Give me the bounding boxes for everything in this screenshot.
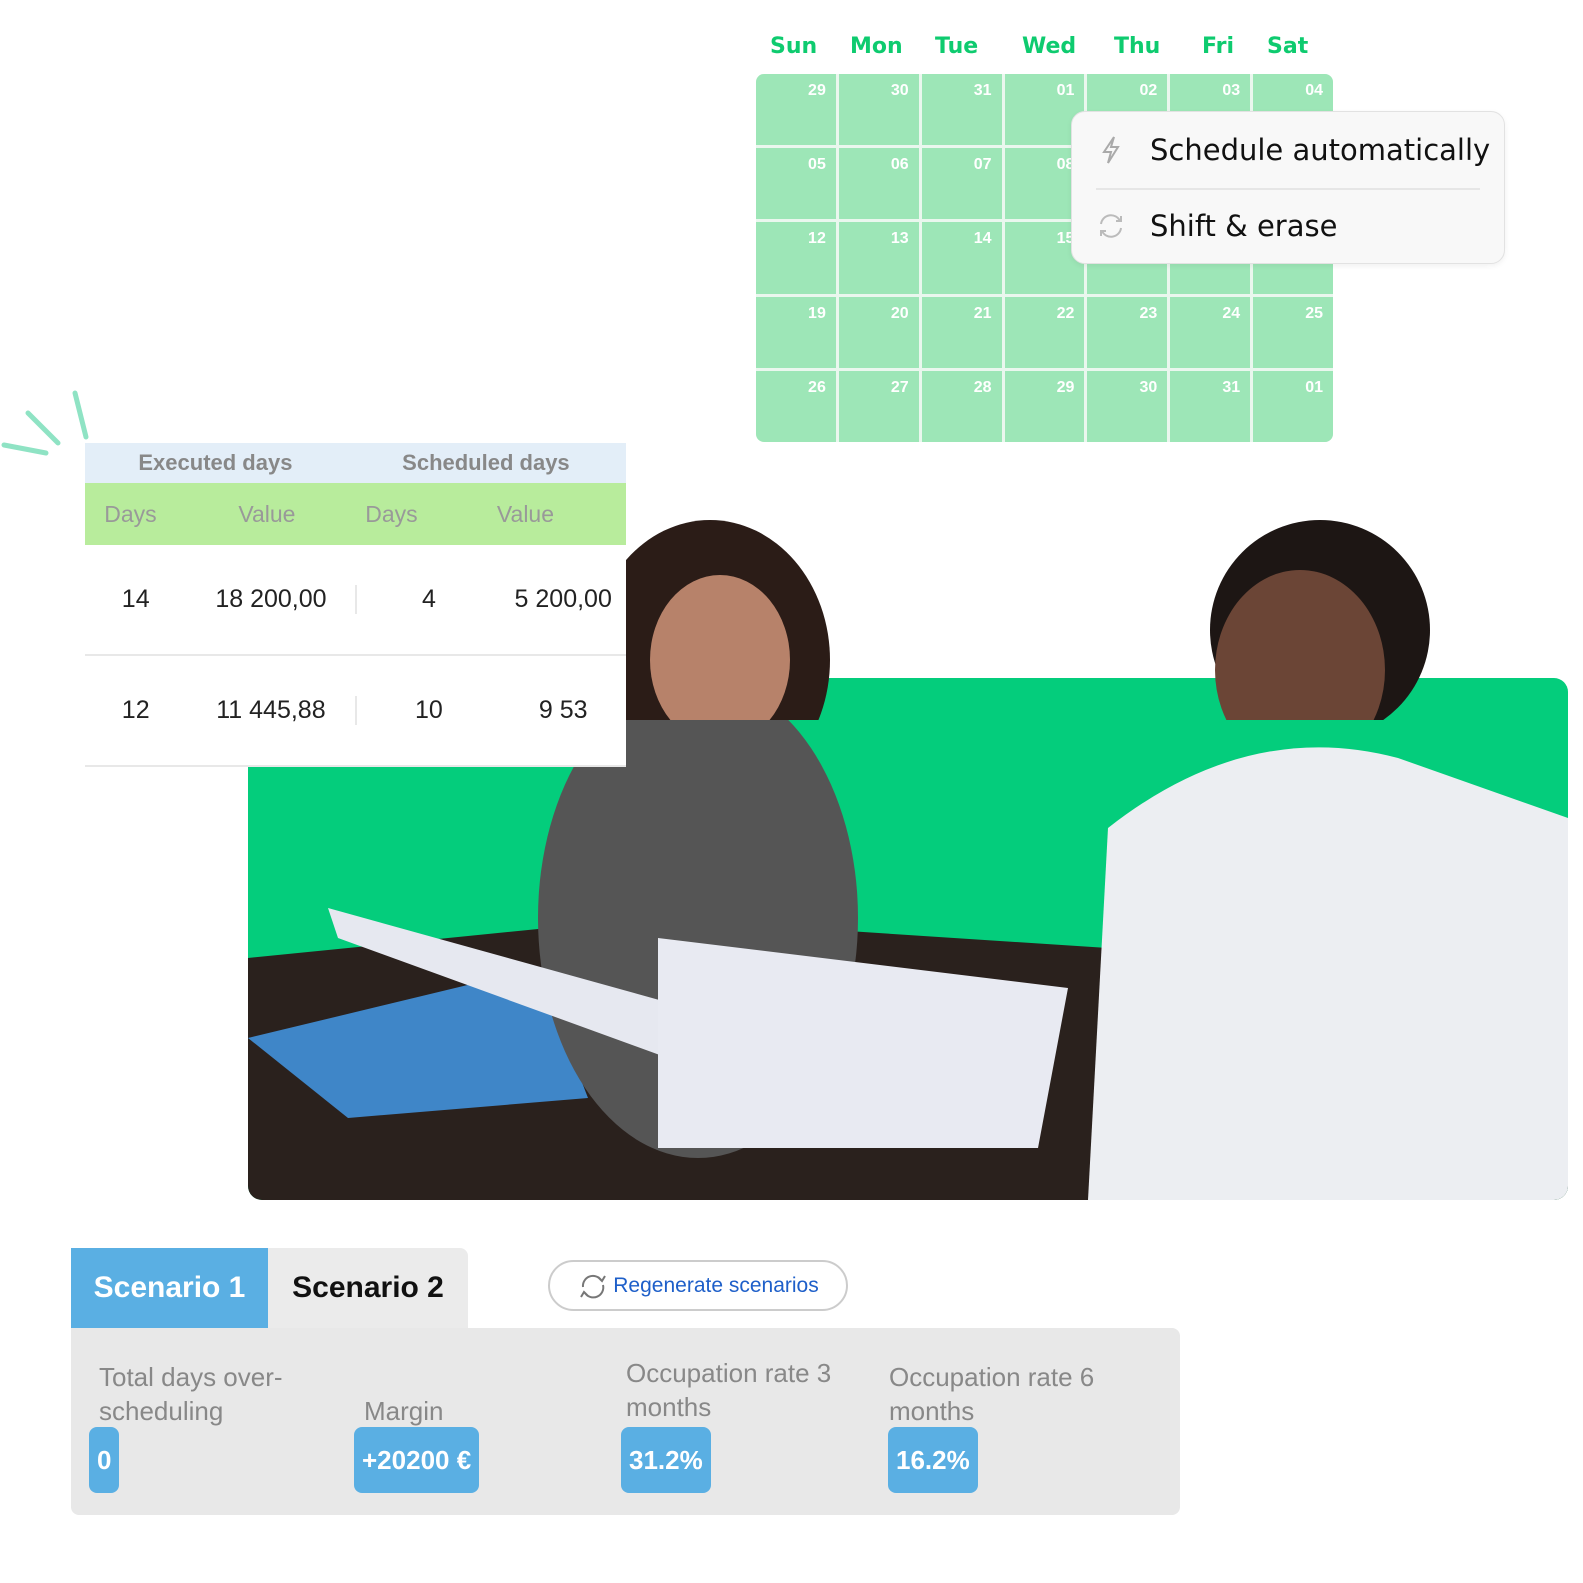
table-cell: 11 445,88 (216, 696, 326, 724)
calendar-day[interactable]: 20 (838, 296, 919, 368)
tab-scenario-2[interactable]: Scenario 2 (268, 1248, 468, 1328)
metric-label: Total days over-scheduling (99, 1362, 283, 1426)
calendar-day[interactable]: 05 (756, 148, 836, 220)
table-cell: 4 (355, 585, 500, 614)
lightning-icon (1072, 135, 1150, 165)
menu-item-label: Shift & erase (1150, 208, 1338, 243)
table-column-header: Days Value Days Value (85, 483, 626, 545)
menu-item-label: Schedule automatically (1150, 132, 1491, 167)
calendar-day[interactable]: 14 (921, 222, 1002, 294)
table-cell: 18 200,00 (215, 585, 327, 613)
regenerate-scenarios-button[interactable]: Regenerate scenarios (548, 1260, 848, 1311)
calendar-day[interactable]: 22 (1004, 296, 1085, 368)
table-cell: 9 53 (538, 696, 588, 724)
metric-value: 31.2% (621, 1427, 711, 1493)
calendar-day[interactable]: 28 (921, 370, 1002, 442)
refresh-icon (1072, 211, 1150, 241)
calendar-day[interactable]: 26 (756, 370, 836, 442)
menu-item-schedule-automatically[interactable]: Schedule automatically (1072, 112, 1504, 187)
table-group-header: Executed days Scheduled days (85, 443, 626, 483)
calendar-day[interactable]: 31 (1170, 370, 1251, 442)
calendar-day[interactable]: 19 (756, 296, 836, 368)
schedule-menu: Schedule automatically Shift & erase (1071, 111, 1505, 264)
metric-label: Occupation rate 3 months (626, 1358, 832, 1422)
weekday-sat: Sat (1267, 34, 1309, 59)
column-header: Days (104, 500, 157, 527)
weekday-tue: Tue (935, 34, 979, 59)
metric-value: 16.2% (888, 1427, 978, 1493)
weekday-thu: Thu (1114, 34, 1161, 59)
calendar-day[interactable]: 29 (1004, 370, 1085, 442)
calendar-day[interactable]: 29 (756, 74, 836, 146)
calendar-day[interactable]: 21 (921, 296, 1002, 368)
calendar-day[interactable]: 30 (1087, 370, 1168, 442)
table-row: 14 18 200,00 4 5 200,00 (85, 545, 626, 656)
scenario-metrics-panel: Total days over-scheduling 0 Margin +202… (71, 1328, 1180, 1515)
column-header: Value (238, 500, 296, 527)
table-cell: 10 (355, 696, 500, 725)
calendar-day[interactable]: 27 (838, 370, 919, 442)
calendar-day[interactable]: 06 (838, 148, 919, 220)
calendar-day[interactable]: 12 (756, 222, 836, 294)
metric-label: Margin (364, 1396, 444, 1426)
weekday-mon: Mon (850, 34, 903, 59)
calendar-day[interactable]: 24 (1170, 296, 1251, 368)
calendar-day[interactable]: 01 (1253, 370, 1333, 442)
table-cell: 5 200,00 (514, 585, 612, 613)
menu-item-shift-erase[interactable]: Shift & erase (1072, 188, 1504, 263)
days-table: Executed days Scheduled days Days Value … (85, 443, 626, 767)
table-cell: 14 (121, 585, 150, 613)
calendar-day[interactable]: 13 (838, 222, 919, 294)
metric-value: +20200 € (354, 1427, 480, 1493)
calendar-day[interactable]: 23 (1087, 296, 1168, 368)
regenerate-label: Regenerate scenarios (613, 1273, 819, 1297)
group-scheduled-days: Scheduled days (402, 450, 570, 475)
weekday-fri: Fri (1202, 34, 1235, 59)
calendar-day[interactable]: 30 (838, 74, 919, 146)
tab-scenario-1[interactable]: Scenario 1 (71, 1248, 268, 1328)
refresh-icon (580, 1274, 607, 1298)
table-row: 12 11 445,88 10 9 53 (85, 656, 626, 767)
table-cell: 12 (121, 696, 150, 724)
photo-people-heads (590, 520, 1430, 720)
column-header: Days (365, 500, 418, 527)
group-executed-days: Executed days (138, 450, 293, 475)
weekday-wed: Wed (1022, 34, 1077, 59)
metric-label: Occupation rate 6 months (889, 1362, 1095, 1426)
calendar-day[interactable]: 07 (921, 148, 1002, 220)
calendar-day[interactable]: 25 (1253, 296, 1333, 368)
column-header: Value (496, 500, 555, 527)
weekday-sun: Sun (770, 34, 818, 59)
calendar-day[interactable]: 31 (921, 74, 1002, 146)
metric-value: 0 (89, 1427, 120, 1493)
